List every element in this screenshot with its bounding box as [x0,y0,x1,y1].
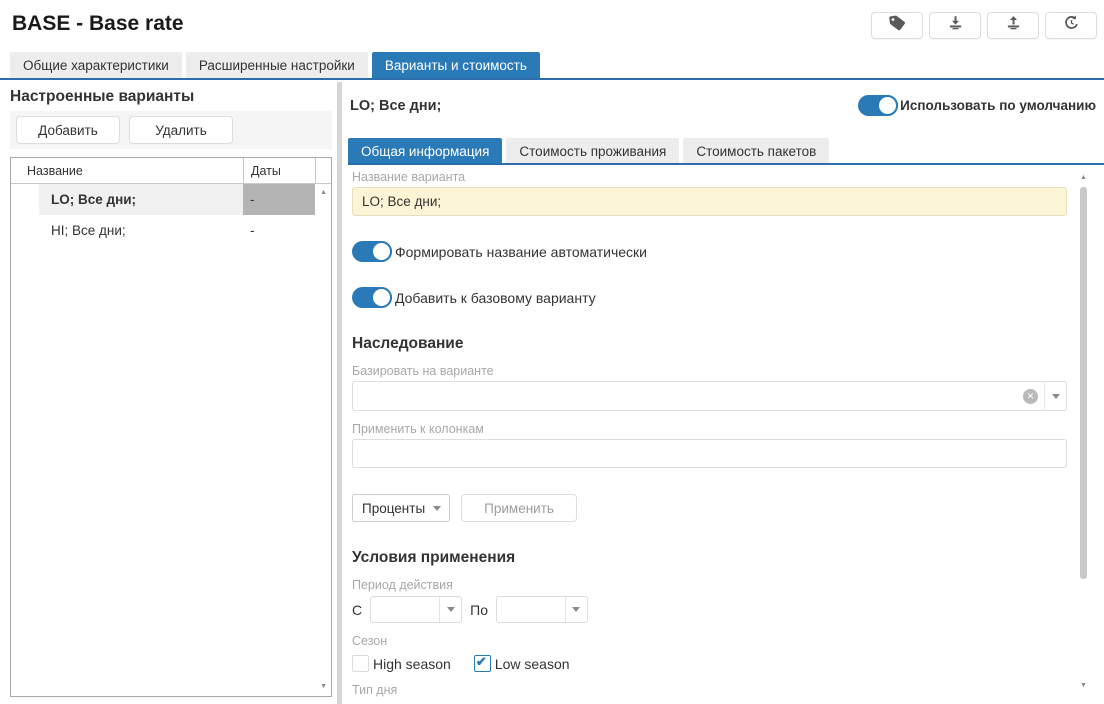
variant-dates-cell[interactable]: - [243,215,315,246]
tab-general-characteristics[interactable]: Общие характеристики [10,52,182,78]
scroll-down-icon[interactable]: ▼ [1080,682,1087,689]
upload-button[interactable] [987,12,1039,39]
variant-name-label: Название варианта [352,170,1067,184]
variant-name-cell[interactable]: LO; Все дни; [11,184,243,215]
checkbox-label: High season [373,656,451,672]
period-from-combobox[interactable] [370,596,462,623]
scroll-up-icon[interactable]: ▲ [1080,174,1087,181]
column-header-name[interactable]: Название [11,164,243,178]
tab-package-cost[interactable]: Стоимость пакетов [683,138,829,164]
chevron-down-icon [433,506,441,511]
day-type-label: Тип дня [352,683,1067,697]
base-on-variant-combobox[interactable]: ✕ [352,381,1067,411]
period-from-label: С [352,602,362,618]
table-scroll-column [315,158,331,183]
chevron-down-icon [1052,394,1060,399]
add-to-base-row: Добавить к базовому варианту [352,287,1067,308]
variant-name-input[interactable]: LO; Все дни; [352,187,1067,216]
download-button[interactable] [929,12,981,39]
main-tabs: Общие характеристики Расширенные настрой… [10,52,540,78]
apply-to-columns-label: Применить к колонкам [352,422,1067,436]
scroll-down-icon[interactable]: ▼ [320,683,327,690]
inheritance-heading: Наследование [352,335,1067,353]
mode-select[interactable]: Проценты [352,494,450,522]
variants-panel-title: Настроенные варианты [10,88,332,106]
scrollbar-thumb[interactable] [1080,187,1087,579]
dropdown-button[interactable] [439,597,461,622]
variant-name-cell[interactable]: HI; Все дни; [11,215,243,246]
rate-editor-window: BASE - Base rate Общие характеристики Ра… [0,0,1104,704]
variant-dates-cell[interactable]: - [243,184,315,215]
period-from-input[interactable] [371,602,439,617]
toggle-knob [371,241,392,262]
toggle-knob [877,95,898,116]
auto-name-label: Формировать название автоматически [395,244,647,260]
mode-select-value: Проценты [362,501,425,516]
dropdown-button[interactable] [1044,382,1066,410]
auto-name-toggle[interactable] [352,241,392,262]
period-to-combobox[interactable] [496,596,588,623]
toggle-knob [371,287,392,308]
scroll-up-icon[interactable]: ▲ [320,189,327,196]
dropdown-button[interactable] [565,597,587,622]
tab-variants-and-cost[interactable]: Варианты и стоимость [372,52,540,78]
clear-icon[interactable]: ✕ [1023,389,1038,404]
variant-detail-title: LO; Все дни; [350,98,441,114]
variants-table-header: Название Даты [11,158,331,184]
use-default-toggle[interactable] [858,95,898,116]
tab-accommodation-cost[interactable]: Стоимость проживания [506,138,679,164]
add-to-base-toggle[interactable] [352,287,392,308]
variant-name[interactable]: LO; Все дни; [39,184,243,215]
apply-row: Проценты Применить [352,494,1067,522]
page-title: BASE - Base rate [12,12,184,36]
base-on-variant-input[interactable] [353,382,1023,410]
season-label: Сезон [352,634,1067,648]
variant-detail-header: LO; Все дни; Использовать по умолчанию [350,95,1096,116]
history-icon [1062,14,1081,37]
add-to-base-label: Добавить к базовому варианту [395,290,596,306]
variant-name[interactable]: HI; Все дни; [39,215,243,246]
tab-advanced-settings[interactable]: Расширенные настройки [186,52,368,78]
period-label: Период действия [352,578,1067,592]
add-variant-button[interactable]: Добавить [16,116,120,144]
header-actions [871,12,1097,39]
configured-variants-panel: Настроенные варианты Добавить Удалить На… [10,88,332,697]
variants-table: Название Даты LO; Все дни; - HI; Все дни… [10,157,332,697]
base-on-variant-label: Базировать на варианте [352,364,1067,378]
use-default-group: Использовать по умолчанию [858,95,1096,116]
tag-icon [888,14,907,37]
apply-button[interactable]: Применить [461,494,577,522]
column-header-dates[interactable]: Даты [243,158,315,183]
scroll-gutter [315,215,331,246]
checkbox-icon [352,655,369,672]
detail-tabs: Общая информация Стоимость проживания Ст… [348,138,829,164]
tab-general-info[interactable]: Общая информация [348,138,502,164]
delete-variant-button[interactable]: Удалить [129,116,233,144]
upload-icon [1004,14,1023,37]
general-info-form: Название варианта LO; Все дни; Формирова… [352,168,1067,704]
download-icon [946,14,965,37]
chevron-down-icon [572,607,580,612]
detail-tabs-underline [348,163,1104,165]
chevron-down-icon [447,607,455,612]
period-to-label: По [470,602,488,618]
tag-button[interactable] [871,12,923,39]
checkbox-high-season[interactable]: High season [352,655,451,672]
table-row[interactable]: HI; Все дни; - [11,215,331,246]
checkbox-label: Low season [495,656,570,672]
history-button[interactable] [1045,12,1097,39]
main-tabs-underline [0,78,1104,80]
checkbox-icon [474,655,491,672]
variants-toolbar: Добавить Удалить [10,111,332,149]
season-options: High season Low season [352,655,1067,672]
panel-splitter[interactable] [337,82,342,704]
table-row[interactable]: LO; Все дни; - [11,184,331,215]
auto-name-row: Формировать название автоматически [352,241,1067,262]
period-to-input[interactable] [497,602,565,617]
period-row: С По [352,596,1067,623]
use-default-label: Использовать по умолчанию [900,98,1096,113]
conditions-heading: Условия применения [352,549,1067,567]
apply-to-columns-input[interactable] [352,439,1067,468]
checkbox-low-season[interactable]: Low season [474,655,570,672]
